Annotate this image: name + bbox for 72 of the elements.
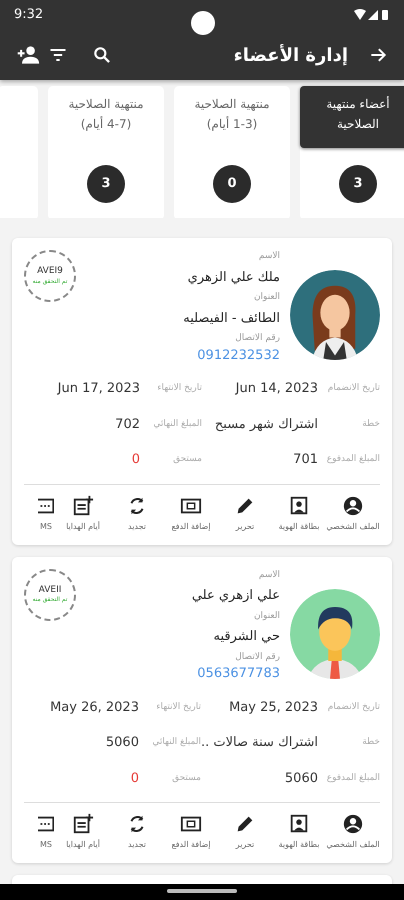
detail-value: اشتراك شهر مسبح [214,416,318,434]
action-button[interactable]: إضافة الدفع [164,494,218,532]
detail-label: خطة [361,736,380,749]
member-name: ملك علي الزهري [186,268,280,286]
action-button[interactable]: بطاقة الهوية [272,494,326,532]
action-button[interactable]: تحرير [218,494,272,532]
detail-label: تاريخ الانتهاء [155,700,201,714]
profile-icon [342,494,364,516]
detail-label: تاريخ الانضمام [326,382,380,395]
detail-value: May 26, 2023 [49,698,139,716]
field-label: رقم الاتصال [234,650,280,664]
detail-label: المبلغ النهائي [151,736,201,749]
action-button[interactable]: تجديد [110,813,164,851]
detail-label: مستحق [171,772,201,784]
avatar-icon [290,588,380,678]
action-button[interactable]: MS [36,494,56,532]
detail-value: May 25, 2023 [228,698,318,716]
member-address: حي الشرقيه [212,628,280,646]
count-badge: 3 [87,165,125,203]
detail-value: 0 [130,451,140,469]
search-icon [92,45,112,65]
add-person-icon [16,45,40,65]
field-label: الاسم [258,250,280,263]
id-card-icon [288,813,310,835]
stamp-code: AVEII [38,584,62,596]
action-button[interactable]: تحرير [218,813,272,851]
profile-icon [342,813,364,835]
member-name: علي ازهري علي [192,587,280,605]
detail-label: المبلغ المدفوع [326,772,380,784]
field-label: العنوان [252,610,280,622]
detail-label: المبلغ المدفوع [326,453,380,466]
action-button[interactable]: بطاقة الهوية [272,813,326,851]
detail-label: مستحق [172,453,202,466]
detail-value: Jun 17, 2023 [56,380,140,398]
action-button[interactable]: الملف الشخصي [326,494,380,532]
id-card-icon [288,494,310,516]
action-button[interactable]: إضافة الدفع [164,813,218,851]
stamp-code: AVEI9 [37,266,63,278]
detail-label: خطة [361,418,380,430]
note-add-icon [72,494,94,516]
detail-value: Jun 14, 2023 [234,380,318,398]
detail-label: تاريخ الانضمام [326,700,380,714]
phone-link[interactable]: 0563677783 [192,664,280,684]
detail-value: 5060 [104,734,139,752]
filter-label: أعضاء منتهية الصلاحية [300,86,404,148]
detail-value: 0 [130,770,139,788]
camera-dot [191,11,215,35]
count-badge: 0 [213,165,251,203]
count-badge: 3 [339,165,377,203]
detail-label: تاريخ الانتهاء [156,382,202,395]
status-icons [354,9,390,21]
member-address: الطائف - الفيصليه [183,310,280,328]
field-label: الاسم [258,568,280,582]
detail-value: 5060 [284,770,318,788]
field-label: رقم الاتصال [234,332,280,345]
detail-label: المبلغ النهائي [152,418,202,430]
field-label: العنوان [252,291,280,304]
detail-value: 702 [114,416,140,434]
note-add-icon [72,813,94,835]
action-button[interactable]: أيام الهدايا [56,813,110,851]
action-button[interactable]: الملف الشخصي [326,813,380,851]
filter-label: منتهية الصلاحية (1-3 أيام) [193,96,271,134]
avatar-icon [290,270,380,360]
status-time: 9:32 [14,6,44,24]
action-button[interactable]: أيام الهدايا [56,494,110,532]
action-button[interactable]: تجديد [110,494,164,532]
detail-value: اشتراك سنة صالات .. [200,734,318,752]
filter-label: منتهية الصلاحية (4-7 أيام) [67,96,145,134]
action-button[interactable]: MS [36,813,56,851]
detail-value: 701 [292,451,318,469]
page-title: إدارة الأعضاء [234,43,348,68]
phone-link[interactable]: 0912232532 [183,346,280,365]
